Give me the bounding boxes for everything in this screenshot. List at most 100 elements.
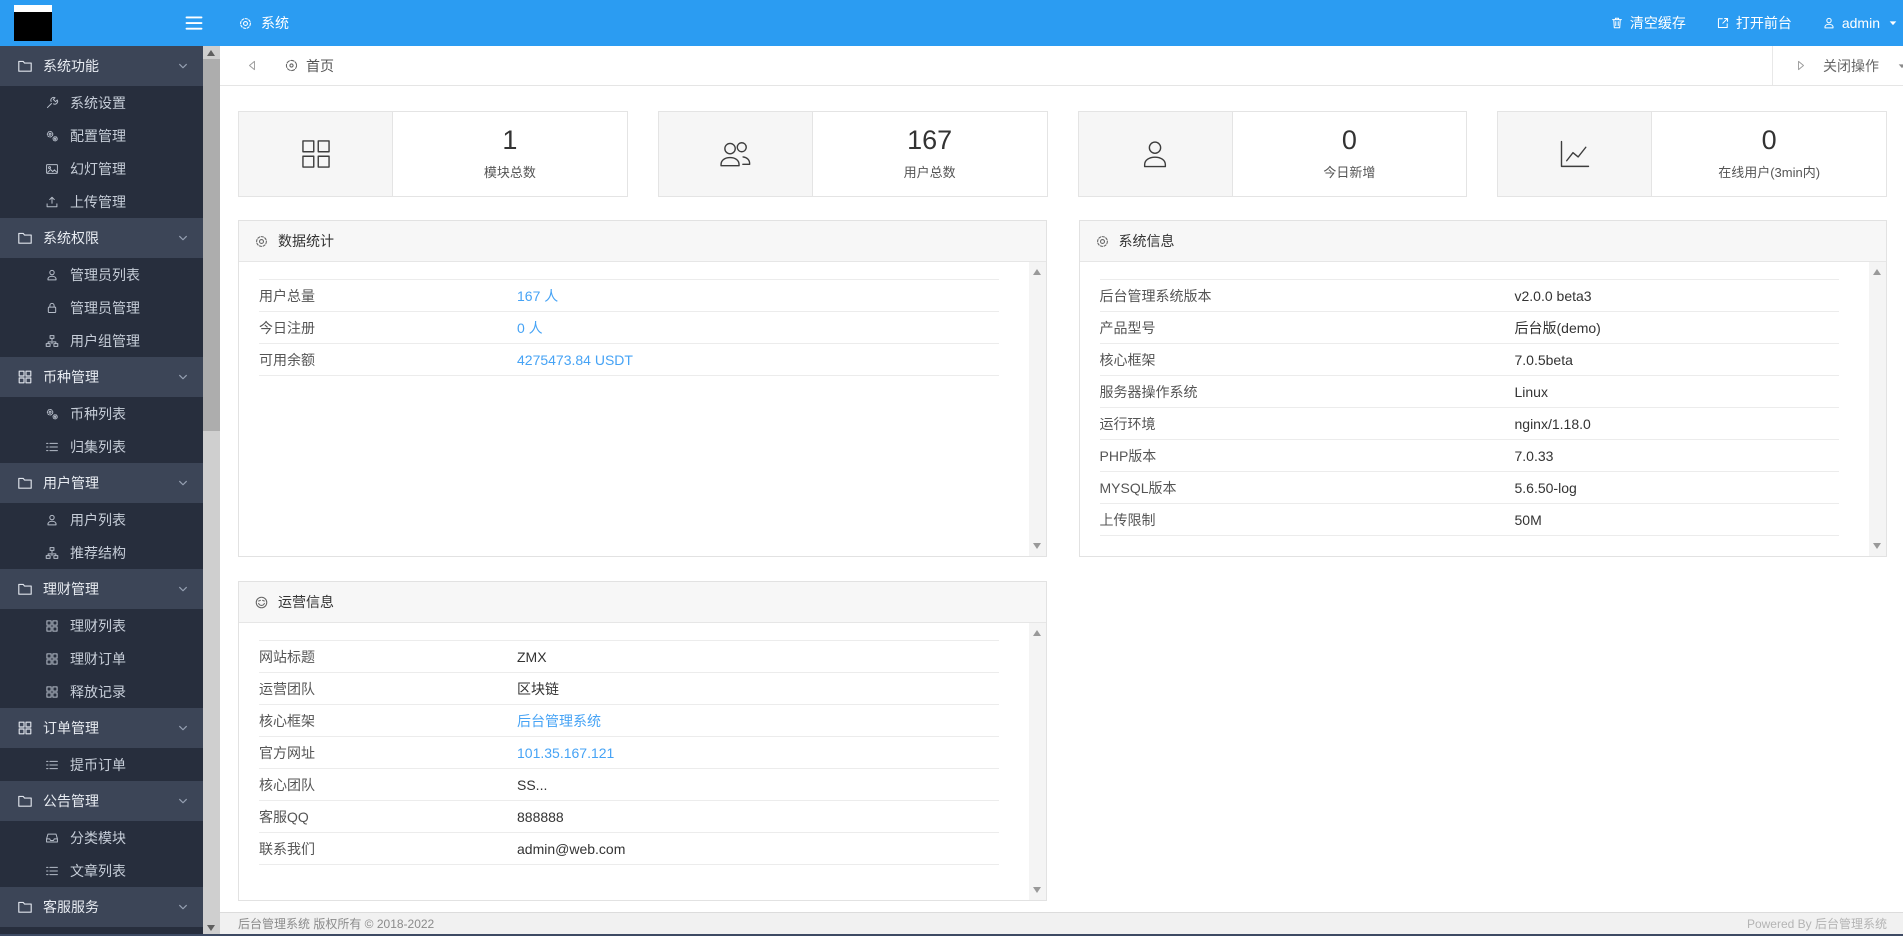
stat-value-box: 0 今日新增	[1233, 112, 1467, 196]
scroll-up-arrow-icon[interactable]	[1032, 630, 1041, 636]
item-label: 上传管理	[70, 193, 126, 210]
nav-tab-system[interactable]: 系统	[226, 0, 301, 46]
open-frontend-button[interactable]: 打开前台	[1716, 13, 1792, 33]
users-icon	[717, 136, 753, 172]
sidebar-item-admin-management[interactable]: 管理员管理	[0, 291, 203, 324]
table-row: 官方网址 101.35.167.121	[259, 737, 999, 769]
brand-logo[interactable]	[14, 5, 52, 41]
stat-value-box: 167 用户总数	[813, 112, 1047, 196]
stat-card-new-today: 0 今日新增	[1077, 111, 1468, 197]
group-label: 客服服务	[43, 899, 99, 915]
row-value: ZMX	[517, 648, 547, 665]
stat-icon-box	[239, 112, 393, 196]
table-row: 核心团队 SS...	[259, 769, 999, 801]
scrollbar-thumb[interactable]	[203, 59, 220, 431]
tabs-scroll-left-icon[interactable]	[246, 59, 259, 72]
folder-icon	[17, 475, 33, 491]
scroll-down-arrow-icon[interactable]	[1873, 543, 1881, 549]
sidebar-item-referral-structure[interactable]: 推荐结构	[0, 536, 203, 569]
clear-cache-button[interactable]: 清空缓存	[1610, 13, 1686, 33]
powered-by-text: Powered By 后台管理系统	[1746, 917, 1887, 931]
sidebar-item-user-group-management[interactable]: 用户组管理	[0, 324, 203, 357]
sidebar-item-config-management[interactable]: 配置管理	[0, 119, 203, 152]
row-value-link[interactable]: 101.35.167.121	[517, 745, 614, 761]
sidebar-item-finance-orders[interactable]: 理财订单	[0, 642, 203, 675]
sidebar-item-finance-list[interactable]: 理财列表	[0, 609, 203, 642]
sidebar-item-coin-list[interactable]: 币种列表	[0, 397, 203, 430]
grid-icon	[17, 720, 33, 736]
username: admin	[1841, 15, 1880, 31]
top-actions: 清空缓存 打开前台 admin	[1610, 0, 1899, 46]
top-bar: 系统 清空缓存 打开前台 admin	[0, 0, 1903, 46]
scroll-down-arrow-icon[interactable]	[1032, 887, 1041, 893]
sidebar-item-collection-list[interactable]: 归集列表	[0, 430, 203, 463]
scroll-down-arrow-icon[interactable]	[1032, 543, 1041, 549]
sidebar-group-user-management[interactable]: 用户管理	[0, 463, 203, 503]
row-label: 联系我们	[259, 840, 315, 857]
copyright-text: 后台管理系统 版权所有 © 2018-2022	[238, 917, 435, 931]
sidebar-item-user-list[interactable]: 用户列表	[0, 503, 203, 536]
row-value: 后台版(demo)	[1514, 319, 1601, 336]
row-label: 可用余额	[259, 351, 315, 368]
row-value-link[interactable]: 0 人	[517, 318, 543, 338]
item-label: 用户组管理	[70, 332, 140, 349]
sidebar-item-system-settings[interactable]: 系统设置	[0, 86, 203, 119]
panel-title: 数据统计	[278, 233, 334, 249]
empty-cell	[1079, 581, 1888, 901]
item-label: 释放记录	[70, 683, 126, 700]
admin-dashboard: 系统 清空缓存 打开前台 admin 系统功能 系统设置 配置管理 幻灯管理 上…	[0, 0, 1903, 936]
sidebar-scrollbar[interactable]	[203, 46, 220, 936]
sidebar-group-order-management[interactable]: 订单管理	[0, 708, 203, 748]
sidebar-item-withdraw-orders[interactable]: 提币订单	[0, 748, 203, 781]
operations-info-table: 网站标题 ZMX 运营团队 区块链 核心框架 后台管理系统 官方网址 101.3…	[259, 640, 999, 865]
stat-icon-box	[1498, 112, 1653, 196]
row-value-link[interactable]: 4275473.84 USDT	[517, 352, 633, 368]
group-label: 系统功能	[43, 58, 99, 74]
sidebar-item-upload-management[interactable]: 上传管理	[0, 185, 203, 218]
table-row: 后台管理系统版本 v2.0.0 beta3	[1099, 280, 1839, 312]
table-row: 网站标题 ZMX	[259, 641, 999, 673]
sidebar-group-finance-management[interactable]: 理财管理	[0, 569, 203, 609]
user-menu[interactable]: admin	[1822, 15, 1899, 31]
scroll-down-arrow-icon[interactable]	[207, 925, 215, 931]
scroll-up-arrow-icon[interactable]	[1873, 269, 1881, 275]
row-value-link[interactable]: 后台管理系统	[517, 711, 601, 731]
panel-scrollbar[interactable]	[1028, 623, 1046, 900]
row-label: 用户总量	[259, 287, 315, 304]
sidebar-item-release-records[interactable]: 释放记录	[0, 675, 203, 708]
row-value-link[interactable]: 167 人	[517, 286, 558, 306]
scroll-up-arrow-icon[interactable]	[207, 50, 215, 56]
table-row: 服务器操作系统 Linux	[1099, 376, 1839, 408]
table-row: PHP版本 7.0.33	[1099, 440, 1839, 472]
close-operations-menu[interactable]: 关闭操作	[1772, 46, 1903, 85]
sidebar-item-category-module[interactable]: 分类模块	[0, 821, 203, 854]
sidebar-item-admin-list[interactable]: 管理员列表	[0, 258, 203, 291]
panel-header: 系统信息	[1079, 221, 1886, 262]
table-row: 可用余额 4275473.84 USDT	[259, 344, 999, 376]
sidebar-group-customer-service[interactable]: 客服服务	[0, 887, 203, 927]
row-value: 7.0.33	[1514, 447, 1554, 464]
panel-data-statistics: 数据统计 用户总量 167 人 今日注册 0 人 可用余额 4275473.84…	[238, 220, 1047, 557]
sidebar-group-coin-management[interactable]: 币种管理	[0, 357, 203, 397]
sidebar-group-system-permissions[interactable]: 系统权限	[0, 218, 203, 258]
scroll-up-arrow-icon[interactable]	[1032, 269, 1041, 275]
chart-line-icon	[1557, 136, 1593, 172]
group-label: 系统权限	[43, 230, 99, 246]
tabs-scroll-right-icon[interactable]	[1794, 59, 1807, 72]
row-value: 5.6.50-log	[1514, 479, 1577, 496]
item-label: 理财列表	[70, 617, 126, 634]
tab-home[interactable]: 首页	[280, 46, 338, 85]
system-info-table: 后台管理系统版本 v2.0.0 beta3 产品型号 后台版(demo) 核心框…	[1099, 279, 1839, 536]
panel-scrollbar[interactable]	[1869, 262, 1886, 556]
user-icon	[45, 268, 59, 282]
sidebar-group-system-functions[interactable]: 系统功能	[0, 46, 203, 86]
sidebar-group-announcement-management[interactable]: 公告管理	[0, 781, 203, 821]
menu-toggle-icon[interactable]	[183, 13, 205, 33]
sidebar-item-article-list[interactable]: 文章列表	[0, 854, 203, 887]
panel-scrollbar[interactable]	[1028, 262, 1046, 556]
sitemap-icon	[45, 546, 59, 560]
cogs-icon	[45, 407, 59, 421]
panel-system-info: 系统信息 后台管理系统版本 v2.0.0 beta3 产品型号 后台版(demo…	[1078, 220, 1887, 557]
row-label: 核心框架	[1099, 351, 1156, 368]
sidebar-item-slide-management[interactable]: 幻灯管理	[0, 152, 203, 185]
